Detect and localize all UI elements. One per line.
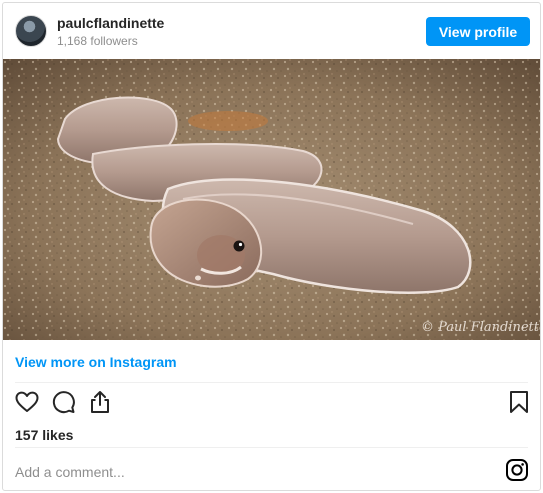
heart-icon[interactable] bbox=[14, 389, 40, 415]
share-icon[interactable] bbox=[87, 389, 113, 415]
like-count[interactable]: 157 likes bbox=[15, 427, 73, 443]
avatar[interactable] bbox=[15, 15, 47, 47]
view-more-link[interactable]: View more on Instagram bbox=[15, 354, 177, 370]
username[interactable]: paulcflandinette bbox=[57, 15, 164, 31]
comment-icon[interactable] bbox=[50, 389, 76, 415]
photo-watermark: © Paul Flandinette bbox=[421, 320, 540, 335]
action-bar bbox=[3, 389, 540, 419]
view-profile-button[interactable]: View profile bbox=[426, 17, 530, 46]
bookmark-icon[interactable] bbox=[506, 389, 532, 415]
instagram-embed-card: paulcflandinette 1,168 followers View pr… bbox=[2, 2, 541, 491]
follower-count: 1,168 followers bbox=[57, 34, 138, 48]
divider bbox=[15, 382, 528, 383]
add-comment-field[interactable]: Add a comment... bbox=[15, 464, 125, 480]
post-image[interactable]: © Paul Flandinette bbox=[3, 59, 540, 340]
post-header: paulcflandinette 1,168 followers View pr… bbox=[3, 3, 540, 59]
divider bbox=[15, 447, 528, 448]
instagram-icon[interactable] bbox=[505, 458, 529, 482]
